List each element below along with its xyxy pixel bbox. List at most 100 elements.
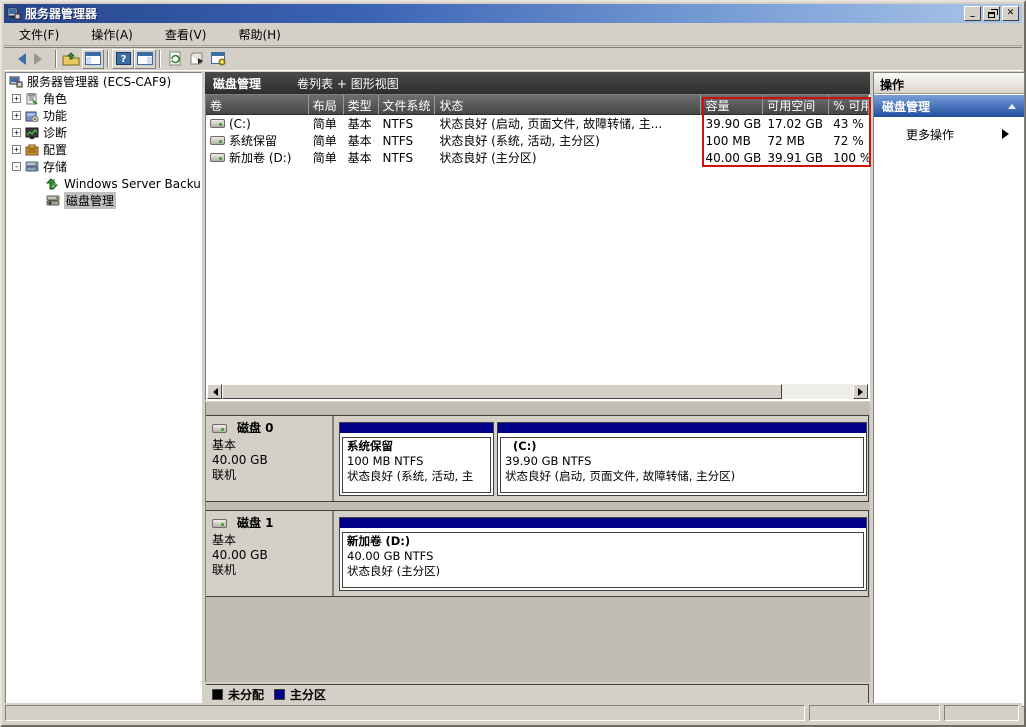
volume-name: 新加卷 (D:) xyxy=(229,149,291,166)
volume-free: 72 MB xyxy=(763,134,829,148)
diagnostics-icon xyxy=(25,127,39,139)
graphical-view: 磁盘 0 基本 40.00 GB 联机 系统保留 100 MB NTFS 状态良… xyxy=(205,402,870,682)
menu-file[interactable]: 文件(F) xyxy=(10,24,68,45)
partition-status: 状态良好 (主分区) xyxy=(347,564,859,579)
tree-item-configuration[interactable]: + 配置 xyxy=(6,141,201,158)
tree-label: 角色 xyxy=(43,90,67,107)
disk-management-panel-header: 磁盘管理 卷列表 + 图形视图 xyxy=(205,72,870,94)
column-header-pct-free[interactable]: % 可用 xyxy=(829,95,869,115)
tree-item-storage[interactable]: - 存储 xyxy=(6,158,201,175)
disk-0-label[interactable]: 磁盘 0 基本 40.00 GB 联机 xyxy=(206,416,334,501)
volume-row-c[interactable]: (C:) 简单 基本 NTFS 状态良好 (启动, 页面文件, 故障转储, 主.… xyxy=(206,115,869,132)
back-icon[interactable] xyxy=(8,49,30,69)
toolbar-separator xyxy=(107,50,109,68)
actions-section-disk-management[interactable]: 磁盘管理 xyxy=(874,95,1024,117)
column-header-volume[interactable]: 卷 xyxy=(206,95,309,115)
column-header-status[interactable]: 状态 xyxy=(435,95,701,115)
volume-row-system-reserved[interactable]: 系统保留 简单 基本 NTFS 状态良好 (系统, 活动, 主分区) 100 M… xyxy=(206,132,869,149)
console-tree-icon[interactable] xyxy=(82,49,104,69)
partition-color-band xyxy=(340,518,866,529)
tree-label: Windows Server Backup xyxy=(64,177,202,191)
expander-icon[interactable]: + xyxy=(12,111,21,120)
volume-fs: NTFS xyxy=(379,151,436,165)
volume-name: (C:) xyxy=(229,117,251,131)
partition-system-reserved[interactable]: 系统保留 100 MB NTFS 状态良好 (系统, 活动, 主 xyxy=(339,422,494,496)
volume-row-new-volume-d[interactable]: 新加卷 (D:) 简单 基本 NTFS 状态良好 (主分区) 40.00 GB … xyxy=(206,149,869,166)
menu-view[interactable]: 查看(V) xyxy=(156,24,216,45)
panel-view-label: 卷列表 + 图形视图 xyxy=(271,75,399,92)
volume-pct-free: 72 % xyxy=(829,134,869,148)
disk-0-row: 磁盘 0 基本 40.00 GB 联机 系统保留 100 MB NTFS 状态良… xyxy=(206,415,869,502)
partition-detail: 40.00 GB NTFS xyxy=(347,549,859,564)
volume-layout: 简单 xyxy=(309,132,344,149)
tree-item-features[interactable]: + 功能 xyxy=(6,107,201,124)
column-header-capacity[interactable]: 容量 xyxy=(701,95,763,115)
minimize-button[interactable]: _ xyxy=(964,6,981,21)
refresh-icon[interactable] xyxy=(164,49,186,69)
column-header-free-space[interactable]: 可用空间 xyxy=(763,95,829,115)
tree-item-server-manager-root[interactable]: 服务器管理器 (ECS-CAF9) xyxy=(6,73,201,90)
partition-detail: 100 MB NTFS xyxy=(347,454,486,469)
expander-icon[interactable]: + xyxy=(12,128,21,137)
disk-icon xyxy=(212,519,227,528)
partition-status: 状态良好 (启动, 页面文件, 故障转储, 主分区) xyxy=(505,469,859,484)
configuration-icon xyxy=(25,144,39,156)
disk-management-icon xyxy=(46,195,60,207)
horizontal-scrollbar[interactable] xyxy=(207,384,868,399)
partition-name: 系统保留 xyxy=(347,439,486,454)
volume-status: 状态良好 (主分区) xyxy=(435,149,701,166)
disk-name: 磁盘 0 xyxy=(237,421,274,436)
close-button[interactable]: ✕ xyxy=(1002,6,1019,21)
volume-fs: NTFS xyxy=(379,134,436,148)
partition-c[interactable]: (C:) 39.90 GB NTFS 状态良好 (启动, 页面文件, 故障转储,… xyxy=(497,422,867,496)
status-cell xyxy=(809,705,940,721)
features-icon xyxy=(25,110,39,122)
disk-kind: 基本 xyxy=(212,533,326,548)
volume-type: 基本 xyxy=(344,115,379,132)
submenu-arrow-icon xyxy=(1002,129,1014,139)
forward-icon[interactable] xyxy=(30,49,52,69)
console-tree: 服务器管理器 (ECS-CAF9) + 角色 + 功能 + 诊断 + 配置 - … xyxy=(5,72,202,707)
export-list-icon[interactable] xyxy=(186,49,208,69)
restore-button[interactable] xyxy=(983,6,1000,21)
app-icon xyxy=(7,7,21,20)
actions-section-label: 磁盘管理 xyxy=(882,98,930,115)
volume-type: 基本 xyxy=(344,149,379,166)
column-header-type[interactable]: 类型 xyxy=(344,95,379,115)
menu-help[interactable]: 帮助(H) xyxy=(229,24,289,45)
toolbar-separator xyxy=(55,50,57,68)
folder-up-icon[interactable] xyxy=(60,49,82,69)
scrollbar-thumb[interactable] xyxy=(222,384,782,399)
scroll-right-icon[interactable] xyxy=(853,384,868,399)
action-pane-icon[interactable] xyxy=(134,49,156,69)
expander-icon[interactable]: + xyxy=(12,145,21,154)
tree-item-roles[interactable]: + 角色 xyxy=(6,90,201,107)
volume-pct-free: 43 % xyxy=(829,117,869,131)
tree-item-diagnostics[interactable]: + 诊断 xyxy=(6,124,201,141)
partition-status: 状态良好 (系统, 活动, 主 xyxy=(347,469,486,484)
volume-status: 状态良好 (启动, 页面文件, 故障转储, 主... xyxy=(435,115,701,132)
tree-item-disk-management[interactable]: 磁盘管理 xyxy=(6,192,201,209)
volume-free: 39.91 GB xyxy=(763,151,829,165)
volume-capacity: 100 MB xyxy=(702,134,764,148)
server-manager-icon xyxy=(9,76,23,88)
menu-action[interactable]: 操作(A) xyxy=(82,24,142,45)
column-header-filesystem[interactable]: 文件系统 xyxy=(379,95,436,115)
title-bar: 服务器管理器 _ ✕ xyxy=(4,4,1022,23)
volume-pct-free: 100 % xyxy=(829,151,869,165)
volume-type: 基本 xyxy=(344,132,379,149)
disk-1-label[interactable]: 磁盘 1 基本 40.00 GB 联机 xyxy=(206,511,334,596)
help-icon[interactable]: ? xyxy=(112,49,134,69)
more-actions-item[interactable]: 更多操作 xyxy=(874,121,1024,147)
expander-icon[interactable]: - xyxy=(12,162,21,171)
volume-layout: 简单 xyxy=(309,149,344,166)
collapse-icon[interactable] xyxy=(1008,100,1016,109)
tree-item-windows-server-backup[interactable]: Windows Server Backup xyxy=(6,175,201,192)
window-gear-icon[interactable] xyxy=(208,49,230,69)
scroll-left-icon[interactable] xyxy=(207,384,222,399)
column-header-layout[interactable]: 布局 xyxy=(309,95,344,115)
volume-table-header: 卷 布局 类型 文件系统 状态 容量 可用空间 % 可用 xyxy=(206,95,869,115)
expander-icon[interactable]: + xyxy=(12,94,21,103)
partition-new-volume-d[interactable]: 新加卷 (D:) 40.00 GB NTFS 状态良好 (主分区) xyxy=(339,517,867,591)
volume-icon xyxy=(210,119,225,128)
